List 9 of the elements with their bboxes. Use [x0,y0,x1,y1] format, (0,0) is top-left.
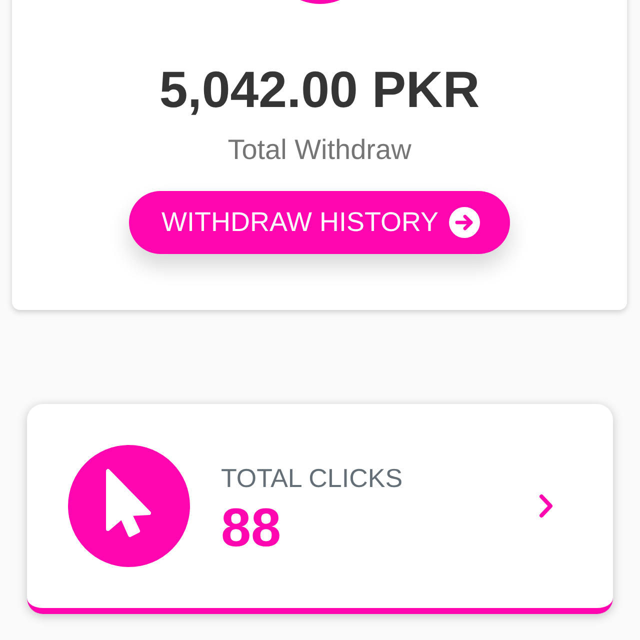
withdraw-label: Total Withdraw [228,133,412,167]
withdraw-amount: 5,042.00 PKR [159,60,480,120]
chevron-right-icon[interactable] [539,494,553,518]
stat-card[interactable]: TOTAL CLICKS 88 [27,404,613,614]
withdraw-history-button[interactable]: WITHDRAW HISTORY [129,191,510,254]
stat-value: 88 [221,498,282,558]
cursor-icon [68,445,190,567]
stat-label: TOTAL CLICKS [221,462,403,494]
arrow-right-circle-icon [448,207,480,238]
